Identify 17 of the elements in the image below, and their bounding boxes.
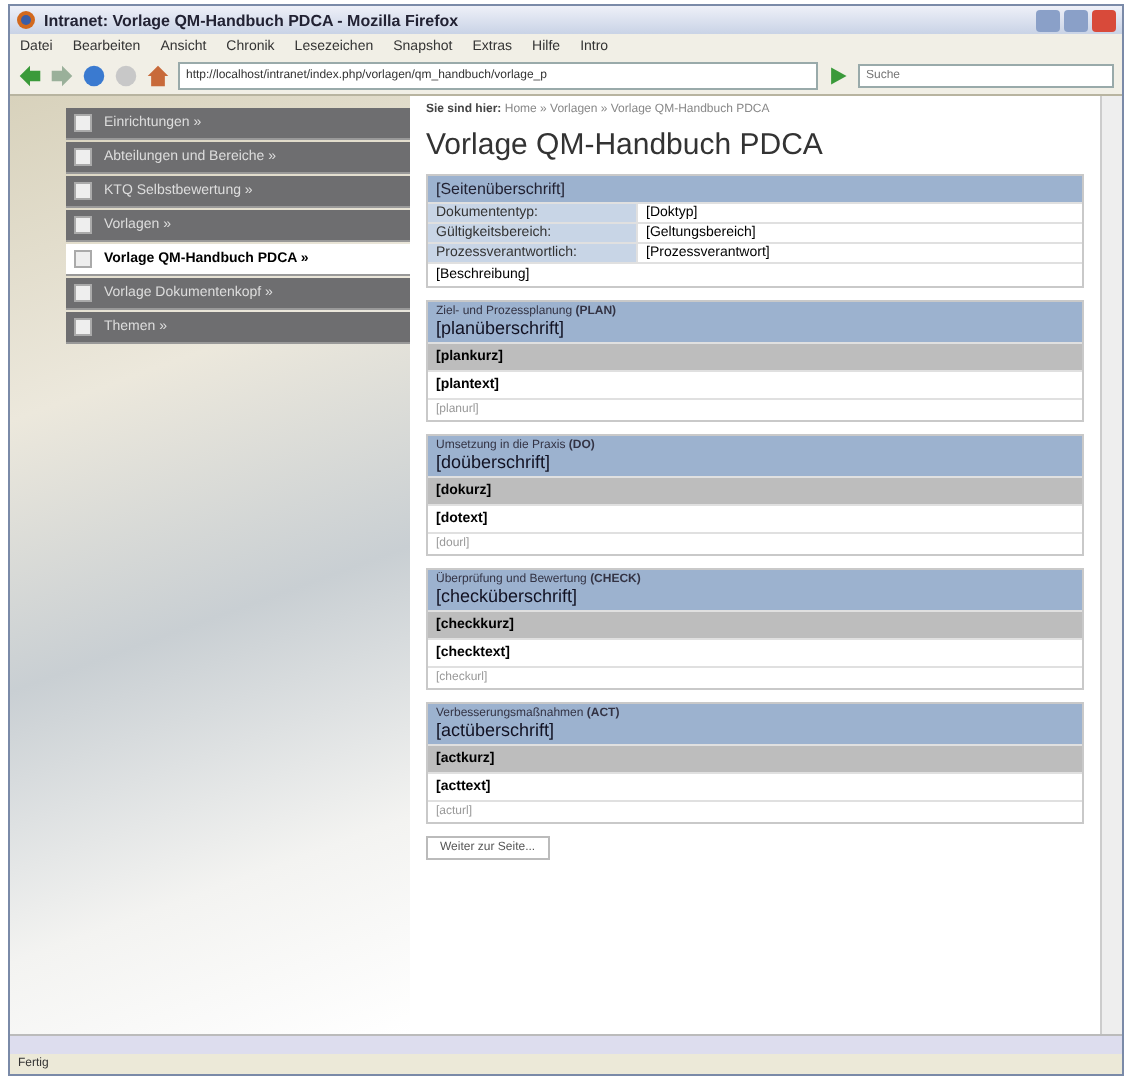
- section-heading: [doüberschrift]: [436, 452, 553, 472]
- forward-arrow-icon[interactable]: [50, 64, 74, 88]
- section-heading: [checküberschrift]: [436, 586, 580, 606]
- maximize-button[interactable]: [1064, 9, 1088, 31]
- close-button[interactable]: [1092, 9, 1116, 31]
- vertical-scrollbar[interactable]: [1100, 96, 1122, 1034]
- home-icon[interactable]: [146, 64, 170, 88]
- browser-logo-icon: [16, 10, 36, 30]
- table-header: [Seitenüberschrift]: [428, 176, 1082, 202]
- go-arrow-icon[interactable]: [826, 64, 850, 88]
- minimize-button[interactable]: [1036, 9, 1060, 31]
- horizontal-scrollbar[interactable]: [10, 1034, 1122, 1054]
- section-heading: [planüberschrift]: [436, 318, 567, 338]
- page-heading: Vorlage QM-Handbuch PDCA: [426, 128, 825, 162]
- back-arrow-icon[interactable]: [18, 64, 42, 88]
- window-title: Intranet: Vorlage QM-Handbuch PDCA - Mozilla Firefox: [44, 11, 459, 29]
- section-heading: [actüberschrift]: [436, 720, 557, 740]
